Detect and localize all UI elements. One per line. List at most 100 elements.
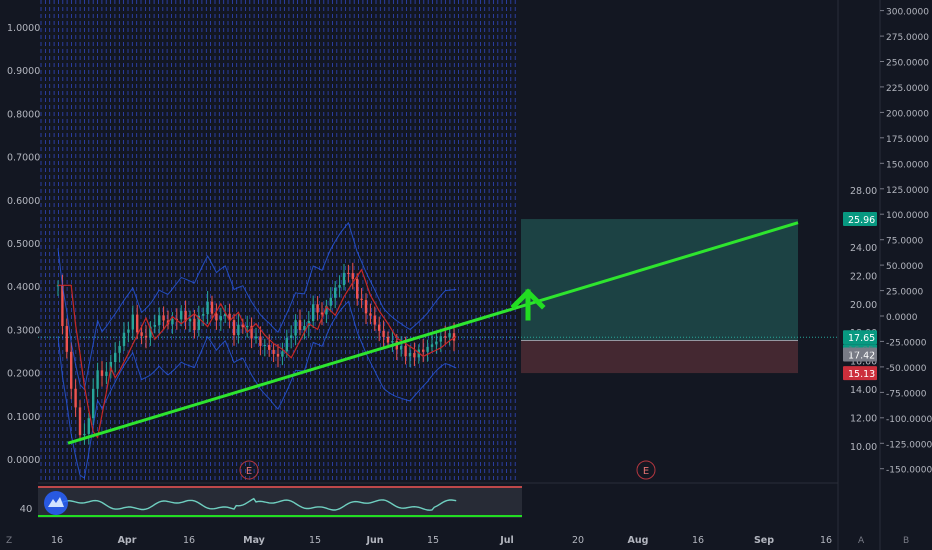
far-axis-tick: -50.0000 [886,364,927,374]
candle-body [364,300,368,314]
price-tag-label: 17.65 [848,333,875,344]
candle-body [158,315,161,325]
profit-zone [521,219,798,341]
candle-body [316,304,319,313]
candle-body [281,351,284,357]
price-axis-tick: 24.00 [850,243,877,254]
far-axis-tick: -25.0000 [886,338,927,348]
left-axis-tick: 0.6000 [7,196,40,207]
candle-body [426,346,429,352]
far-axis-tick: -150.0000 [886,466,932,476]
candle-body [232,320,236,336]
far-axis-tick: 225.0000 [886,84,929,94]
price-axis-tick: 20.00 [850,300,877,311]
x-axis-tick: Jul [499,535,514,546]
earnings-marker-label: E [246,466,252,477]
candle-body [439,336,442,342]
far-axis-tick: 200.0000 [886,109,929,119]
price-axis-tick: 12.00 [850,414,877,425]
x-axis-tick: 15 [309,535,321,546]
far-axis-tick: 25.0000 [886,288,923,298]
corner-label-b: B [903,536,909,546]
candle-body [140,332,143,336]
candle-body [202,314,205,316]
candle-body [356,278,359,299]
candle-body [413,352,416,358]
candle-body [259,336,262,346]
candle-body [254,336,258,339]
far-axis-tick: 50.0000 [886,262,923,272]
candle-body [237,324,240,336]
far-axis-tick: 75.0000 [886,237,923,247]
x-axis-tick: Aug [628,535,649,546]
candle-body [408,352,412,357]
price-axis-tick: 14.00 [850,385,877,396]
candle-body [114,352,117,362]
corner-label-z: Z [6,536,12,546]
candle-body [144,335,148,338]
left-axis-tick: 0.2000 [7,369,40,380]
far-axis-tick: 100.0000 [886,211,929,221]
price-chart[interactable]: E E 40 1.0000 0.9000 0.8000 0.7000 0.6000 0.50… [0,0,932,550]
candle-body [391,341,394,343]
candle-body [430,344,434,347]
candle-body [386,336,390,343]
candle-body [74,388,77,408]
earnings-marker-label: E [643,466,649,477]
oscillator-level-label: 40 [20,504,33,515]
candle-body [92,388,95,419]
x-axis-tick: 20 [572,535,584,546]
left-axis-tick: 0.5000 [7,239,40,250]
corner-label-a: A [858,536,865,546]
candle-body [180,310,183,320]
far-axis-tick: 250.0000 [886,59,929,69]
left-axis-tick: 0.1000 [7,412,40,423]
candle-body [206,301,209,315]
far-axis-tick: -75.0000 [886,389,927,399]
candle-body [268,345,271,350]
far-axis-tick: -125.0000 [886,440,932,450]
candle-body [404,345,407,357]
candle-body [373,315,376,325]
x-axis-tick: May [243,535,266,546]
candle-body [70,351,73,389]
x-axis-tick: 16 [51,535,63,546]
candle-body [382,330,385,337]
x-axis-tick: 16 [820,535,832,546]
far-axis-tick: 175.0000 [886,135,929,145]
chart-root[interactable]: E E 40 1.0000 0.9000 0.8000 0.7000 0.6000 0.50… [0,0,932,550]
candle-body [347,272,350,274]
price-axis-tick: 28.00 [850,186,877,197]
left-axis-tick: 0.7000 [7,153,40,164]
x-axis-tick: 16 [183,535,195,546]
far-axis-tick: 300.0000 [886,8,929,18]
price-axis-tick: 10.00 [850,442,877,453]
candle-body [444,336,447,338]
far-axis-tick: 150.0000 [886,160,929,170]
price-tag-label: 25.96 [848,215,875,226]
candle-body [246,325,249,328]
candle-body [131,314,134,330]
candle-body [65,326,68,352]
candle-body [298,320,302,331]
left-axis-tick: 0.4000 [7,282,40,293]
candle-body [136,314,139,333]
left-axis-tick: 0.0000 [7,455,40,466]
candle-body [162,315,165,321]
candle-body [369,313,372,316]
candle-body [338,285,341,288]
candle-body [78,407,82,436]
candle-body [122,332,126,346]
left-axis-tick: 0.3000 [7,325,40,336]
price-tag-label: 15.13 [848,369,875,380]
x-axis-tick: 16 [692,535,704,546]
candle-body [215,313,218,321]
candle-body [87,418,90,434]
candle-body [193,318,196,331]
price-axis-tick: 22.00 [850,271,877,282]
far-axis-tick: 0.0000 [886,313,918,323]
x-axis-tick: Jun [365,535,383,546]
candle-body [342,272,346,286]
candle-body [276,353,280,357]
candle-body [312,304,315,321]
